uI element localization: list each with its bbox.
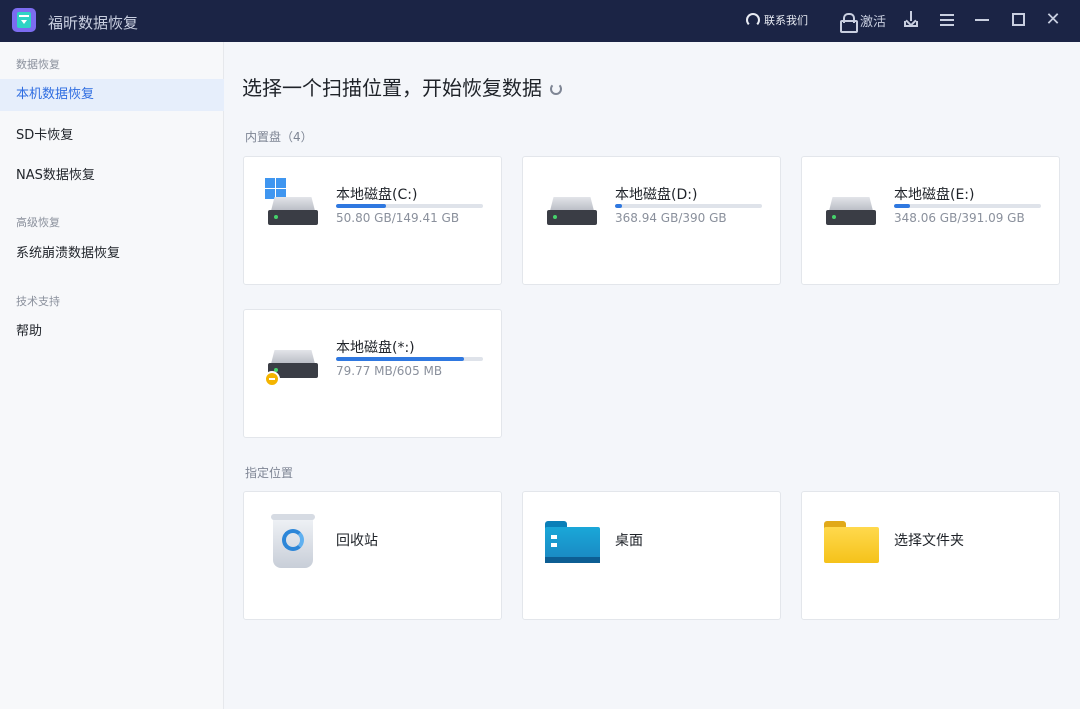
contact-us-label: 联系我们: [764, 14, 808, 27]
disk-usage-bar: [336, 204, 483, 208]
disk-name: 本地磁盘(C:): [336, 187, 418, 203]
download-icon[interactable]: [903, 11, 921, 29]
hard-drive-icon: [547, 197, 597, 227]
disk-usage-bar: [894, 204, 1041, 208]
hard-drive-icon: [268, 197, 318, 227]
app-title: 福昕数据恢复: [48, 14, 139, 32]
recycle-bin-icon: [271, 514, 315, 568]
sidebar-group-data-recovery: 数据恢复: [16, 58, 60, 71]
contact-us-button[interactable]: 联系我们: [746, 12, 808, 28]
sidebar-item-local-recovery[interactable]: 本机数据恢复: [0, 79, 224, 111]
page-title-text: 选择一个扫描位置，开始恢复数据: [242, 76, 542, 100]
disk-size: 79.77 MB/605 MB: [336, 364, 443, 378]
locations-label: 指定位置: [245, 466, 294, 480]
sidebar-item-help[interactable]: 帮助: [0, 316, 224, 348]
disk-usage-fill: [336, 357, 464, 361]
disk-card-c[interactable]: 本地磁盘(C:) 50.80 GB/149.41 GB: [243, 156, 502, 285]
disk-size: 50.80 GB/149.41 GB: [336, 211, 460, 225]
disk-name: 本地磁盘(E:): [894, 187, 975, 203]
refresh-icon[interactable]: [550, 82, 562, 95]
sidebar-item-system-crash[interactable]: 系统崩溃数据恢复: [0, 238, 224, 270]
disk-usage-fill: [336, 204, 386, 208]
disk-usage-bar: [615, 204, 762, 208]
location-name: 桌面: [615, 533, 643, 549]
disk-usage-bar: [336, 357, 483, 361]
disk-card-e[interactable]: 本地磁盘(E:) 348.06 GB/391.09 GB: [801, 156, 1060, 285]
location-name: 选择文件夹: [894, 533, 964, 549]
app-logo-icon: [12, 8, 36, 32]
hard-drive-icon: [826, 197, 876, 227]
activate-label: 激活: [860, 15, 887, 30]
sidebar-item-sd-card[interactable]: SD卡恢复: [0, 120, 224, 152]
internal-disks-label: 内置盘（4）: [245, 130, 313, 144]
location-card-choose-folder[interactable]: 选择文件夹: [801, 491, 1060, 620]
location-card-recycle-bin[interactable]: 回收站: [243, 491, 502, 620]
sidebar-group-advanced: 高级恢复: [16, 216, 60, 229]
maximize-icon[interactable]: [1010, 11, 1028, 29]
sidebar-item-nas[interactable]: NAS数据恢复: [0, 160, 224, 192]
disk-card-d[interactable]: 本地磁盘(D:) 368.94 GB/390 GB: [522, 156, 781, 285]
menu-icon[interactable]: [939, 11, 957, 29]
folder-icon: [824, 521, 879, 563]
activate-button[interactable]: 激活: [840, 11, 887, 33]
location-card-desktop[interactable]: 桌面: [522, 491, 781, 620]
warning-icon: [264, 371, 280, 387]
disk-usage-fill: [615, 204, 623, 208]
sidebar-group-support: 技术支持: [16, 295, 60, 308]
main-panel: 选择一个扫描位置，开始恢复数据 内置盘（4） 本地磁盘(C:) 50.80 GB…: [225, 42, 1080, 709]
disk-size: 348.06 GB/391.09 GB: [894, 211, 1025, 225]
disk-usage-fill: [894, 204, 911, 208]
title-bar: 福昕数据恢复 联系我们 激活 ✕: [0, 0, 1080, 42]
close-icon[interactable]: ✕: [1044, 11, 1062, 29]
desktop-folder-icon: [545, 521, 600, 563]
sidebar: 数据恢复 本机数据恢复 SD卡恢复 NAS数据恢复 高级恢复 系统崩溃数据恢复 …: [0, 42, 224, 709]
disk-size: 368.94 GB/390 GB: [615, 211, 727, 225]
headset-icon: [746, 13, 760, 27]
disk-name: 本地磁盘(D:): [615, 187, 698, 203]
disk-name: 本地磁盘(*:): [336, 340, 415, 356]
minimize-icon[interactable]: [974, 11, 992, 29]
page-title: 选择一个扫描位置，开始恢复数据: [242, 72, 562, 101]
location-name: 回收站: [336, 533, 378, 549]
lock-icon: [840, 12, 858, 33]
disk-card-unknown[interactable]: 本地磁盘(*:) 79.77 MB/605 MB: [243, 309, 502, 438]
